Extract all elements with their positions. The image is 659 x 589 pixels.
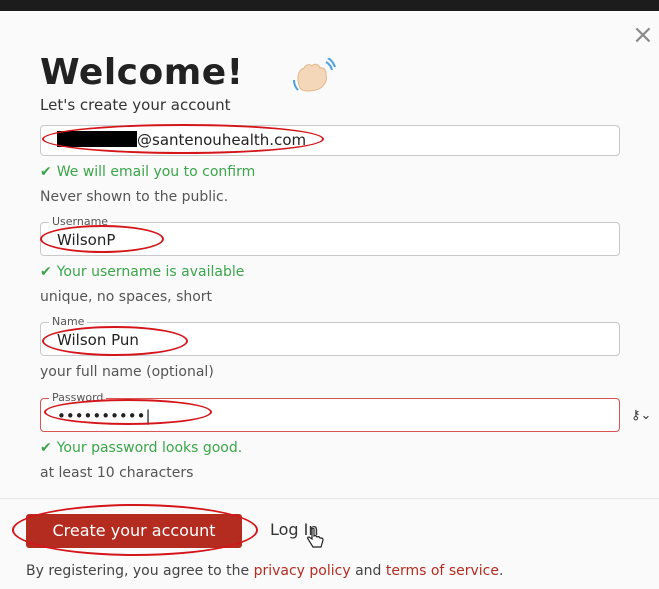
- terms-of-service-link[interactable]: terms of service: [386, 563, 499, 579]
- password-field[interactable]: Password ••••••••••| ⚷⌄: [40, 391, 651, 432]
- username-status: ✔ Your username is available: [40, 264, 244, 280]
- username-field[interactable]: Username WilsonP: [40, 215, 620, 256]
- name-field[interactable]: Name Wilson Pun: [40, 315, 620, 356]
- name-value: Wilson Pun: [57, 331, 139, 349]
- redaction-block: [57, 131, 137, 147]
- footer-middle: and: [350, 563, 386, 579]
- terms-footer: By registering, you agree to the privacy…: [26, 563, 503, 579]
- username-hint: unique, no spaces, short: [40, 289, 213, 305]
- password-label: Password: [49, 391, 107, 405]
- email-hint: Never shown to the public.: [40, 189, 229, 205]
- waving-hand-icon: [293, 58, 336, 92]
- email-value: @santenouhealth.com: [57, 131, 306, 149]
- pointer-hand-icon: [307, 528, 324, 548]
- privacy-policy-link[interactable]: privacy policy: [254, 563, 351, 579]
- password-status: ✔ Your password looks good.: [40, 440, 242, 456]
- password-value: ••••••••••|: [57, 407, 151, 425]
- email-status-text: We will email you to confirm: [56, 164, 256, 180]
- email-status: ✔ We will email you to confirm: [40, 164, 255, 180]
- create-account-button[interactable]: Create your account: [26, 514, 242, 548]
- password-status-text: Your password looks good.: [56, 440, 243, 456]
- password-hint: at least 10 characters: [40, 465, 194, 481]
- username-status-text: Your username is available: [56, 264, 245, 280]
- email-field[interactable]: @santenouhealth.com: [40, 125, 620, 156]
- key-icon[interactable]: ⚷⌄: [631, 408, 651, 423]
- username-label: Username: [49, 215, 112, 229]
- username-value: WilsonP: [57, 231, 116, 249]
- footer-prefix: By registering, you agree to the: [26, 563, 254, 579]
- page-title: Welcome!: [40, 52, 244, 93]
- name-label: Name: [49, 315, 88, 329]
- page-subtitle: Let's create your account: [40, 96, 231, 114]
- check-icon: ✔: [40, 440, 52, 456]
- top-bar: [0, 0, 659, 11]
- name-hint: your full name (optional): [40, 364, 214, 380]
- divider: [0, 498, 659, 499]
- email-domain: @santenouhealth.com: [137, 131, 307, 149]
- check-icon: ✔: [40, 164, 52, 180]
- footer-suffix: .: [498, 563, 504, 579]
- check-icon: ✔: [40, 264, 52, 280]
- close-icon[interactable]: ×: [632, 22, 654, 48]
